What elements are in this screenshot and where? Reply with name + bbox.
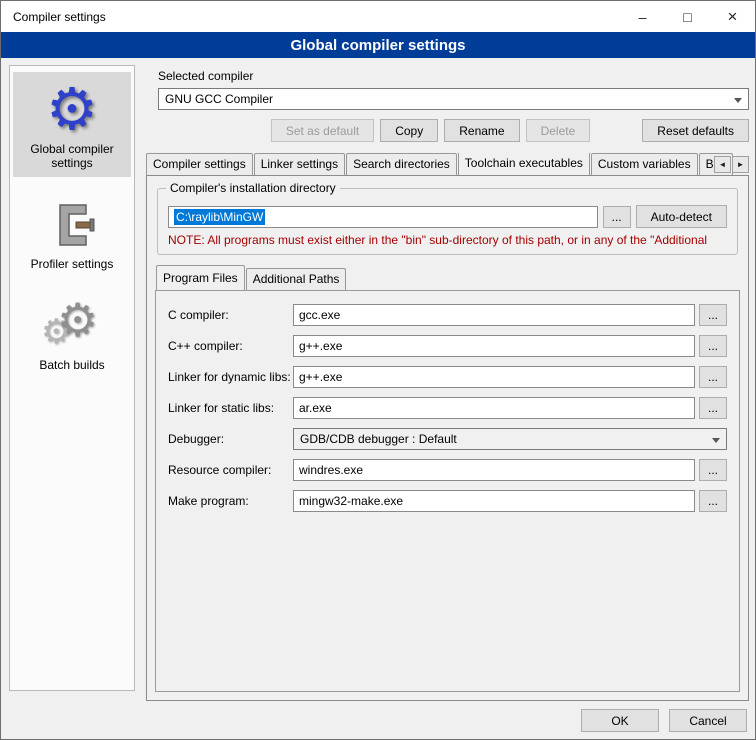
c-compiler-browse-button[interactable]: ... (699, 304, 727, 326)
dynamic-linker-browse-button[interactable]: ... (699, 366, 727, 388)
tab-search-directories[interactable]: Search directories (346, 153, 457, 175)
form-row-c-compiler: C compiler: ... (168, 304, 727, 326)
clamp-icon (15, 193, 129, 257)
form-row-cpp-compiler: C++ compiler: ... (168, 335, 727, 357)
form-row-resource-compiler: Resource compiler: ... (168, 459, 727, 481)
static-linker-input[interactable] (293, 397, 695, 419)
settings-tabstrip: Compiler settings Linker settings Search… (146, 153, 749, 175)
resource-compiler-browse-button[interactable]: ... (699, 459, 727, 481)
installation-directory-input[interactable]: C:\raylib\MinGW (168, 206, 598, 228)
rename-button[interactable]: Rename (444, 119, 519, 142)
program-files-panel: C compiler: ... C++ compiler: ... Linker… (155, 290, 740, 692)
compiler-select-value: GNU GCC Compiler (165, 92, 273, 106)
installation-directory-group: Compiler's installation directory C:\ray… (157, 188, 738, 255)
make-program-browse-button[interactable]: ... (699, 490, 727, 512)
cpp-compiler-browse-button[interactable]: ... (699, 335, 727, 357)
compiler-settings-dialog: Compiler settings – □ × Global compiler … (0, 0, 756, 740)
reset-defaults-button[interactable]: Reset defaults (642, 119, 749, 142)
sidebar-item-label: Profiler settings (15, 257, 129, 271)
tab-scroll-buttons: ◄ ► (714, 156, 749, 173)
bin-subdirectory-note: NOTE: All programs must exist either in … (168, 233, 727, 247)
debugger-select[interactable]: GDB/CDB debugger : Default (293, 428, 727, 450)
ok-button[interactable]: OK (581, 709, 659, 732)
selected-compiler-label: Selected compiler (158, 69, 749, 83)
sidebar-item-batch-builds[interactable]: ⚙ ⚙ Batch builds (13, 288, 131, 379)
dynamic-linker-label: Linker for dynamic libs: (168, 370, 293, 384)
compiler-select[interactable]: GNU GCC Compiler (158, 88, 749, 110)
cancel-button[interactable]: Cancel (669, 709, 747, 732)
c-compiler-input[interactable] (293, 304, 695, 326)
resource-compiler-input[interactable] (293, 459, 695, 481)
chevron-down-icon (712, 438, 720, 443)
sidebar-item-global-compiler-settings[interactable]: ⚙ Global compiler settings (13, 72, 131, 177)
page-title: Global compiler settings (1, 32, 755, 58)
maximize-button[interactable]: □ (665, 1, 710, 32)
title-bar: Compiler settings – □ × (1, 1, 755, 32)
form-row-make-program: Make program: ... (168, 490, 727, 512)
c-compiler-label: C compiler: (168, 308, 293, 322)
resource-compiler-label: Resource compiler: (168, 463, 293, 477)
form-row-debugger: Debugger: GDB/CDB debugger : Default (168, 428, 727, 450)
make-program-input[interactable] (293, 490, 695, 512)
cpp-compiler-label: C++ compiler: (168, 339, 293, 353)
tab-scroll-left-button[interactable]: ◄ (714, 156, 731, 173)
dialog-footer: OK Cancel (581, 709, 747, 732)
form-row-dynamic-linker: Linker for dynamic libs: ... (168, 366, 727, 388)
cpp-compiler-input[interactable] (293, 335, 695, 357)
tab-compiler-settings[interactable]: Compiler settings (146, 153, 253, 175)
set-as-default-button: Set as default (271, 119, 374, 142)
gear-icon: ⚙ (15, 78, 129, 142)
window-title: Compiler settings (1, 10, 620, 24)
main-area: Selected compiler GNU GCC Compiler Set a… (146, 63, 749, 701)
auto-detect-button[interactable]: Auto-detect (636, 205, 727, 228)
settings-sidebar: ⚙ Global compiler settings Profiler sett… (9, 65, 135, 691)
window-controls: – □ × (620, 1, 755, 32)
tab-custom-variables[interactable]: Custom variables (591, 153, 698, 175)
minimize-button[interactable]: – (620, 1, 665, 32)
sidebar-item-profiler-settings[interactable]: Profiler settings (13, 187, 131, 278)
tab-toolchain-executables[interactable]: Toolchain executables (458, 153, 590, 175)
browse-directory-button[interactable]: ... (603, 206, 631, 228)
copy-button[interactable]: Copy (380, 119, 438, 142)
compiler-buttons-row: Set as default Copy Rename Delete Reset … (158, 119, 749, 142)
dynamic-linker-input[interactable] (293, 366, 695, 388)
chevron-down-icon (734, 98, 742, 103)
debugger-select-value: GDB/CDB debugger : Default (300, 432, 457, 446)
tab-scroll-right-button[interactable]: ► (732, 156, 749, 173)
static-linker-browse-button[interactable]: ... (699, 397, 727, 419)
subtab-additional-paths[interactable]: Additional Paths (246, 268, 347, 290)
program-files-tabstrip: Program Files Additional Paths (155, 269, 740, 290)
sidebar-item-label: Global compiler settings (15, 142, 129, 170)
make-program-label: Make program: (168, 494, 293, 508)
delete-button: Delete (526, 119, 591, 142)
gears-icon: ⚙ ⚙ (15, 294, 129, 358)
tab-linker-settings[interactable]: Linker settings (254, 153, 345, 175)
subtab-program-files[interactable]: Program Files (156, 265, 245, 290)
close-button[interactable]: × (710, 1, 755, 32)
static-linker-label: Linker for static libs: (168, 401, 293, 415)
form-row-static-linker: Linker for static libs: ... (168, 397, 727, 419)
installation-directory-value: C:\raylib\MinGW (174, 209, 265, 225)
sidebar-item-label: Batch builds (15, 358, 129, 372)
debugger-label: Debugger: (168, 432, 293, 446)
toolchain-panel: Compiler's installation directory C:\ray… (146, 175, 749, 701)
installation-directory-label: Compiler's installation directory (166, 181, 340, 195)
